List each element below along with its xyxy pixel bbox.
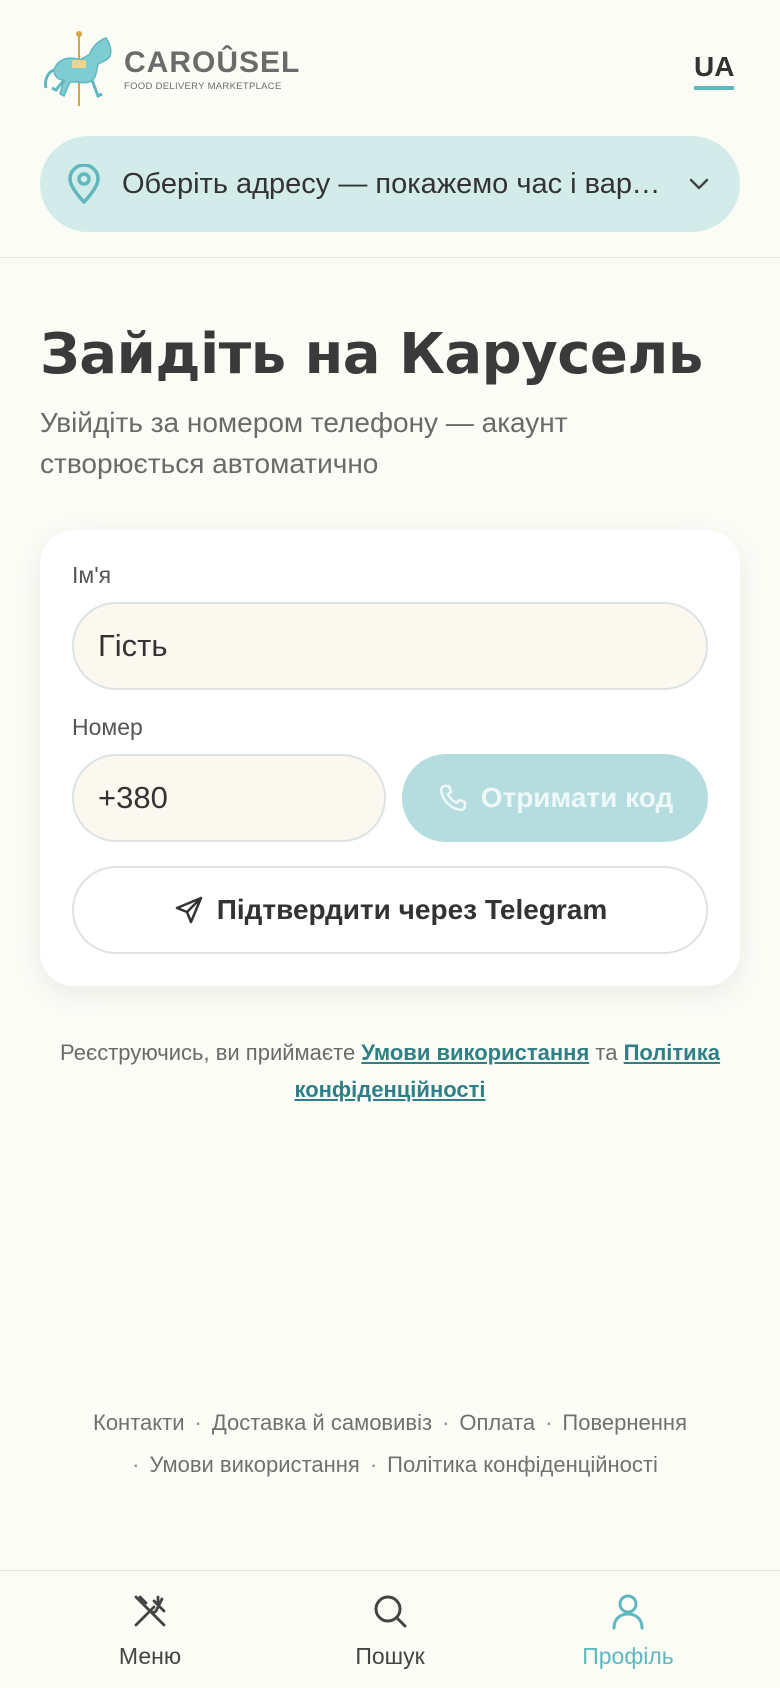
footer-link-terms[interactable]: Умови використання xyxy=(149,1452,359,1477)
address-text: Оберіть адресу — покажемо час і вартість… xyxy=(122,167,670,200)
footer-link-contacts[interactable]: Контакти xyxy=(93,1410,185,1435)
nav-label-menu: Меню xyxy=(118,1643,182,1669)
language-switcher[interactable]: UA xyxy=(694,52,735,90)
phone-icon xyxy=(439,784,466,812)
carousel-horse-icon xyxy=(44,31,112,106)
send-icon xyxy=(175,896,202,924)
brand-tagline: FOOD DELIVERY MARKETPLACE xyxy=(124,80,282,92)
name-field[interactable]: Гість xyxy=(72,602,708,690)
phone-label: Номер xyxy=(72,714,143,740)
telegram-label: Підтвердити через Telegram xyxy=(216,894,608,925)
logo[interactable]: CAROÛSEL FOOD DELIVERY MARKETPLACE xyxy=(40,30,300,108)
search-icon xyxy=(374,1595,407,1628)
get-code-label: Отримати код xyxy=(480,782,674,813)
terms-notice: Реєструючись, ви приймаєте Умови викорис… xyxy=(40,1034,740,1108)
footer-link-delivery[interactable]: Доставка й самовивіз xyxy=(212,1410,432,1435)
page-subtitle: Увійдіть за номером телефону — акаунт ст… xyxy=(40,407,568,479)
footer-link-payment[interactable]: Оплата xyxy=(459,1410,535,1435)
brand-name: CAROÛSEL xyxy=(124,45,301,79)
nav-item-profile[interactable]: Профіль xyxy=(538,1591,718,1670)
footer-link-returns[interactable]: Повернення xyxy=(562,1410,687,1435)
terms-of-use-link[interactable]: Умови використання xyxy=(361,1040,589,1065)
phone-field[interactable]: +380 xyxy=(72,754,386,842)
address-selector[interactable]: Оберіть адресу — покажемо час і вартість… xyxy=(40,136,740,232)
terms-middle: та xyxy=(589,1040,624,1065)
phone-value: +380 xyxy=(98,780,168,815)
utensils-icon xyxy=(134,1595,166,1627)
get-code-button[interactable]: Отримати код xyxy=(402,754,708,842)
nav-item-menu[interactable]: Меню xyxy=(60,1591,240,1670)
location-pin-icon xyxy=(68,164,100,204)
name-value: Гість xyxy=(98,628,168,663)
user-icon xyxy=(612,1594,644,1630)
login-card: Ім'я Гість Номер +380 Отримати код Підтв… xyxy=(40,530,740,986)
terms-prefix: Реєструючись, ви приймаєте xyxy=(60,1040,362,1065)
name-label: Ім'я xyxy=(72,562,112,588)
telegram-confirm-button[interactable]: Підтвердити через Telegram xyxy=(72,866,708,954)
nav-item-search[interactable]: Пошук xyxy=(300,1591,480,1670)
chevron-down-icon xyxy=(689,178,709,190)
footer-link-privacy[interactable]: Політика конфіденційності xyxy=(387,1452,658,1477)
nav-label-search: Пошук xyxy=(355,1643,425,1669)
footer-links: Контакти · Доставка й самовивіз · Оплата · Пов… xyxy=(93,1410,687,1477)
page-title: Зайдіть на Карусель xyxy=(40,322,703,387)
bottom-nav: Меню Пошук Профіль xyxy=(0,1570,780,1688)
nav-label-profile: Профіль xyxy=(582,1643,674,1669)
header: CAROÛSEL FOOD DELIVERY MARKETPLACE UA Об… xyxy=(0,0,780,258)
